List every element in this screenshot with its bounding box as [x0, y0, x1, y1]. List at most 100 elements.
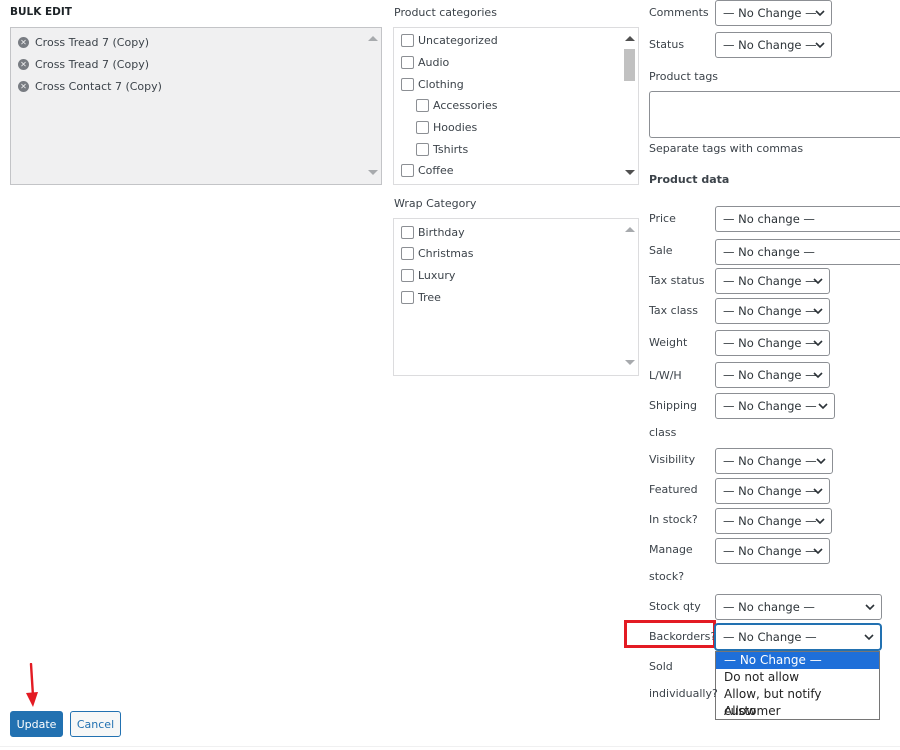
- dropdown-option[interactable]: — No Change —: [716, 652, 879, 669]
- checkbox[interactable]: [401, 77, 414, 91]
- checkbox[interactable]: [416, 120, 429, 134]
- product-tags-textarea[interactable]: [649, 91, 900, 138]
- select-value: — No Change —: [723, 399, 817, 413]
- category-label: Hoodies: [433, 120, 478, 134]
- shipping-class-label: Shipping: [649, 399, 697, 412]
- category-item[interactable]: Tree: [401, 288, 441, 306]
- manage-stock-label-2: stock?: [649, 570, 685, 583]
- status-select[interactable]: — No Change —: [715, 32, 832, 58]
- comments-label: Comments: [649, 6, 709, 19]
- bulk-edit-title: BULK EDIT: [10, 6, 72, 18]
- dropdown-option[interactable]: Allow: [716, 703, 879, 720]
- sold-individually-label-2: individually?: [649, 687, 718, 700]
- weight-select[interactable]: — No Change —: [715, 330, 830, 356]
- lwh-label: L/W/H: [649, 369, 682, 382]
- sale-select[interactable]: — No change —: [715, 239, 900, 265]
- category-item[interactable]: Luxury: [401, 266, 455, 284]
- stock-qty-select[interactable]: — No change —: [715, 594, 882, 620]
- shipping-class-label-2: class: [649, 426, 677, 439]
- category-label: Luxury: [418, 268, 456, 282]
- scroll-down-icon[interactable]: [625, 360, 635, 365]
- backorders-dropdown[interactable]: — No Change — Do not allow Allow, but no…: [715, 651, 880, 720]
- chevron-down-icon: [815, 42, 825, 49]
- scroll-thumb[interactable]: [624, 49, 635, 81]
- manage-stock-select[interactable]: — No Change —: [715, 538, 830, 564]
- select-value: — No Change —: [723, 6, 817, 20]
- checkbox[interactable]: [416, 98, 429, 112]
- chevron-down-icon: [865, 604, 875, 611]
- price-select[interactable]: — No change —: [715, 206, 900, 232]
- category-item[interactable]: Hoodies: [416, 118, 477, 136]
- post-title: Cross Contact 7 (Copy): [35, 79, 162, 93]
- checkbox[interactable]: [416, 142, 429, 156]
- dropdown-option[interactable]: Do not allow: [716, 669, 879, 686]
- featured-label: Featured: [649, 483, 698, 496]
- remove-circle-icon[interactable]: ✕: [18, 36, 29, 48]
- comments-select[interactable]: — No Change —: [715, 0, 832, 26]
- list-item: ✕ Cross Tread 7 (Copy): [18, 33, 149, 51]
- select-value: — No Change —: [723, 454, 817, 468]
- checkbox[interactable]: [401, 246, 414, 260]
- scroll-up-icon[interactable]: [368, 36, 378, 41]
- in-stock-select[interactable]: — No Change —: [715, 508, 832, 534]
- category-item[interactable]: Coffee: [401, 161, 454, 179]
- lwh-select[interactable]: — No Change —: [715, 362, 830, 388]
- post-title: Cross Tread 7 (Copy): [35, 35, 150, 49]
- category-label: Audio: [418, 55, 450, 69]
- checkbox[interactable]: [401, 163, 414, 177]
- chevron-down-icon: [818, 403, 828, 410]
- stock-qty-label: Stock qty: [649, 600, 701, 613]
- category-item[interactable]: Audio: [401, 53, 449, 71]
- scroll-up-icon[interactable]: [625, 36, 635, 41]
- scroll-down-icon[interactable]: [368, 170, 378, 175]
- tax-status-select[interactable]: — No Change —: [715, 268, 830, 294]
- cancel-button[interactable]: Cancel: [70, 711, 121, 737]
- select-value: — No Change —: [723, 336, 817, 350]
- remove-circle-icon[interactable]: ✕: [18, 80, 29, 92]
- chevron-down-icon: [815, 518, 825, 525]
- select-value: — No Change —: [723, 514, 817, 528]
- category-item[interactable]: Clothing: [401, 75, 464, 93]
- select-value: — No Change —: [723, 304, 817, 318]
- shipping-class-select[interactable]: — No Change —: [715, 393, 835, 419]
- checkbox[interactable]: [401, 290, 414, 304]
- wrap-category-checklist[interactable]: Birthday Christmas Luxury Tree: [393, 218, 639, 376]
- categories-checklist[interactable]: Uncategorized Audio Clothing Accessories…: [393, 27, 639, 185]
- tax-class-select[interactable]: — No Change —: [715, 298, 830, 324]
- list-item: ✕ Cross Tread 7 (Copy): [18, 55, 149, 73]
- featured-select[interactable]: — No Change —: [715, 478, 830, 504]
- in-stock-label: In stock?: [649, 513, 698, 526]
- sale-label: Sale: [649, 244, 673, 257]
- chevron-down-icon: [813, 372, 823, 379]
- category-item[interactable]: Tshirts: [416, 140, 468, 158]
- product-tags-label: Product tags: [649, 70, 719, 83]
- category-label: Tree: [418, 290, 441, 304]
- category-label: Uncategorized: [418, 33, 498, 47]
- scroll-up-icon[interactable]: [625, 227, 635, 232]
- category-label: Christmas: [418, 246, 474, 260]
- scrollbar[interactable]: [364, 28, 381, 184]
- divider: [0, 746, 900, 747]
- checkbox[interactable]: [401, 33, 414, 47]
- scrollbar[interactable]: [621, 28, 638, 184]
- bulk-posts-list[interactable]: ✕ Cross Tread 7 (Copy) ✕ Cross Tread 7 (…: [10, 27, 382, 185]
- backorders-select[interactable]: — No Change —: [715, 624, 881, 650]
- category-item[interactable]: Uncategorized: [401, 31, 498, 49]
- checkbox[interactable]: [401, 268, 414, 282]
- category-item[interactable]: Birthday: [401, 223, 465, 241]
- select-value: — No Change —: [723, 630, 817, 644]
- dropdown-option[interactable]: Allow, but notify customer: [716, 686, 879, 718]
- scrollbar[interactable]: [621, 219, 638, 375]
- checkbox[interactable]: [401, 225, 414, 239]
- update-button[interactable]: Update: [10, 711, 63, 737]
- visibility-select[interactable]: — No Change —: [715, 448, 833, 474]
- category-item[interactable]: Christmas: [401, 244, 473, 262]
- chevron-down-icon: [815, 10, 825, 17]
- tags-hint: Separate tags with commas: [649, 142, 804, 155]
- chevron-down-icon: [813, 488, 823, 495]
- checkbox[interactable]: [401, 55, 414, 69]
- post-title: Cross Tread 7 (Copy): [35, 57, 150, 71]
- remove-circle-icon[interactable]: ✕: [18, 58, 29, 70]
- category-item[interactable]: Accessories: [416, 96, 497, 114]
- scroll-down-icon[interactable]: [625, 170, 635, 175]
